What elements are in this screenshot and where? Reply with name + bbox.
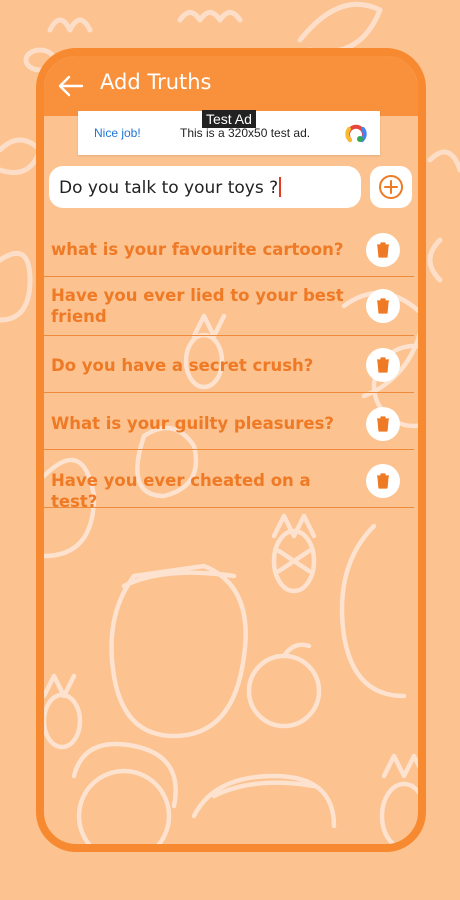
truth-text: Do you have a secret crush? — [51, 356, 314, 375]
trash-icon — [377, 357, 389, 373]
ad-body-text: This is a 320x50 test ad. — [180, 126, 311, 140]
text-caret — [279, 177, 282, 197]
test-ad-label: Test Ad — [202, 110, 256, 128]
truth-text: Have you ever lied to your best friend — [51, 286, 344, 326]
list-item: Have you ever lied to your best friend — [44, 277, 414, 336]
delete-button[interactable] — [366, 233, 400, 267]
delete-button[interactable] — [366, 289, 400, 323]
trash-icon — [377, 416, 389, 432]
add-truth-button[interactable] — [370, 166, 412, 208]
delete-button[interactable] — [366, 407, 400, 441]
trash-icon — [377, 242, 389, 258]
truth-text: What is your guilty pleasures? — [51, 414, 334, 433]
trash-icon — [377, 298, 389, 314]
delete-button[interactable] — [366, 348, 400, 382]
page-title: Add Truths — [100, 70, 212, 94]
list-item: Do you have a secret crush? — [44, 336, 414, 393]
ad-logo-icon — [345, 124, 367, 142]
plus-circle-icon — [379, 175, 403, 199]
list-item: what is your favourite cartoon? — [44, 222, 414, 277]
truth-input-value: Do you talk to your toys ? — [59, 178, 279, 198]
truth-list: what is your favourite cartoon? Have you… — [44, 222, 414, 511]
truth-input[interactable]: Do you talk to your toys ? — [49, 166, 361, 208]
list-item: What is your guilty pleasures? — [44, 393, 414, 450]
delete-button[interactable] — [366, 464, 400, 498]
ad-nice-job-text: Nice job! — [94, 126, 141, 140]
truth-text: what is your favourite cartoon? — [51, 240, 344, 259]
list-item: Have you ever cheated on a test? — [44, 450, 414, 511]
trash-icon — [377, 473, 389, 489]
arrow-left-icon[interactable] — [58, 75, 84, 97]
truth-text: Have you ever cheated on a test? — [51, 471, 311, 511]
app-bar: Add Truths — [44, 56, 418, 116]
